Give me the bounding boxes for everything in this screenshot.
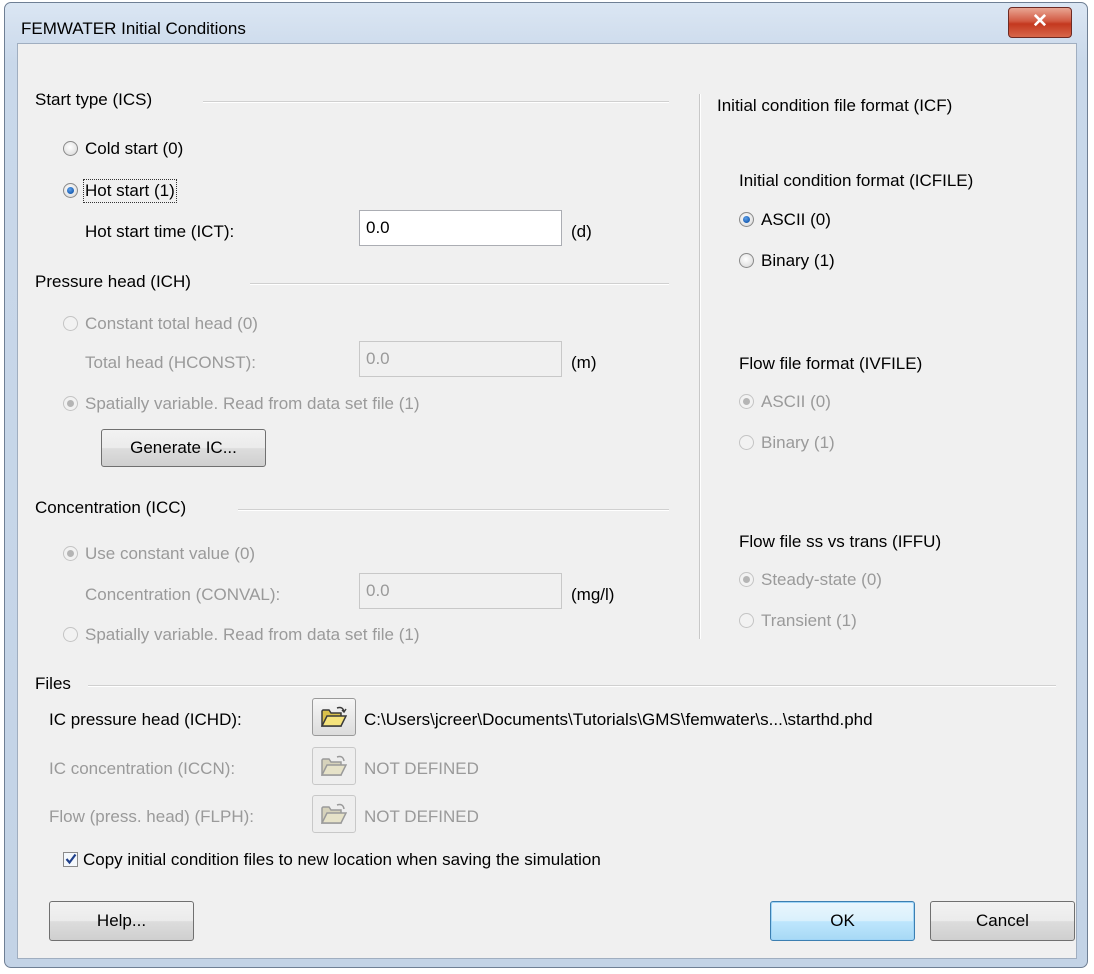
flph-label: Flow (press. head) (FLPH): [49,807,254,826]
ivfile-ascii-radio[interactable] [739,394,754,409]
iffu-steady-label[interactable]: Steady-state (0) [761,570,882,590]
concentration-unit: (mg/l) [571,585,615,604]
total-head-unit: (m) [571,353,597,372]
icf-legend: Initial condition file format (ICF) [717,96,953,115]
dialog-body: Start type (ICS) Cold start (0) Hot star… [17,43,1077,959]
iccn-label: IC concentration (ICCN): [49,759,236,778]
iffu-label: Flow file ss vs trans (IFFU) [739,532,942,551]
hot-start-label[interactable]: Hot start (1) [83,179,177,203]
pressure-head-divider [250,283,669,285]
flph-path: NOT DEFINED [364,807,479,826]
concentration-divider [238,509,669,511]
use-constant-value-label[interactable]: Use constant value (0) [85,544,255,564]
start-type-divider [203,101,669,103]
icfile-ascii-label[interactable]: ASCII (0) [761,210,831,230]
flph-browse-button[interactable] [312,795,356,833]
close-icon: ✕ [1032,11,1048,32]
folder-open-icon [321,706,347,727]
ivfile-ascii-label[interactable]: ASCII (0) [761,392,831,412]
iffu-steady-radio[interactable] [739,572,754,587]
ivfile-binary-radio[interactable] [739,435,754,450]
column-separator [699,94,701,639]
files-divider [88,685,1056,687]
icfile-binary-radio[interactable] [739,253,754,268]
hot-start-radio[interactable] [63,183,78,198]
concentration-legend: Concentration (ICC) [35,498,187,517]
iccn-path: NOT DEFINED [364,759,479,778]
spatial-pressure-head-label[interactable]: Spatially variable. Read from data set f… [85,394,420,414]
files-legend: Files [35,674,71,693]
ivfile-binary-label[interactable]: Binary (1) [761,433,835,453]
close-button[interactable]: ✕ [1008,7,1072,38]
total-head-input[interactable]: 0.0 [359,341,562,377]
hot-start-time-unit: (d) [571,222,592,241]
spatial-concentration-label[interactable]: Spatially variable. Read from data set f… [85,625,420,645]
copy-files-checkbox[interactable] [63,852,78,867]
icfile-binary-label[interactable]: Binary (1) [761,251,835,271]
help-button[interactable]: Help... [49,901,194,941]
start-type-legend: Start type (ICS) [35,90,153,109]
use-constant-value-radio[interactable] [63,546,78,561]
constant-total-head-radio[interactable] [63,316,78,331]
constant-total-head-label[interactable]: Constant total head (0) [85,314,258,334]
iffu-transient-radio[interactable] [739,613,754,628]
cancel-button[interactable]: Cancel [930,901,1075,941]
generate-ic-button[interactable]: Generate IC... [101,429,266,467]
pressure-head-legend: Pressure head (ICH) [35,272,191,291]
checkmark-icon [65,853,77,865]
spatial-pressure-head-radio[interactable] [63,396,78,411]
copy-files-label[interactable]: Copy initial condition files to new loca… [83,850,601,870]
hot-start-time-input[interactable]: 0.0 [359,210,562,246]
iccn-browse-button[interactable] [312,747,356,785]
dialog-window: FEMWATER Initial Conditions ✕ Start type… [4,2,1088,968]
folder-open-icon [321,803,347,824]
cold-start-label[interactable]: Cold start (0) [85,139,183,159]
folder-open-icon [321,755,347,776]
ok-button[interactable]: OK [770,901,915,941]
title-bar: FEMWATER Initial Conditions ✕ [5,3,1087,43]
total-head-label: Total head (HCONST): [85,353,256,372]
iffu-transient-label[interactable]: Transient (1) [761,611,857,631]
concentration-input[interactable]: 0.0 [359,573,562,609]
spatial-concentration-radio[interactable] [63,627,78,642]
cold-start-radio[interactable] [63,141,78,156]
ichd-path: C:\Users\jcreer\Documents\Tutorials\GMS\… [364,710,873,729]
ichd-label: IC pressure head (ICHD): [49,710,242,729]
ichd-browse-button[interactable] [312,698,356,736]
icfile-label: Initial condition format (ICFILE) [739,171,974,190]
hot-start-time-label: Hot start time (ICT): [85,222,235,241]
window-title: FEMWATER Initial Conditions [21,19,246,38]
icfile-ascii-radio[interactable] [739,212,754,227]
concentration-label: Concentration (CONVAL): [85,585,281,604]
ivfile-label: Flow file format (IVFILE) [739,354,923,373]
